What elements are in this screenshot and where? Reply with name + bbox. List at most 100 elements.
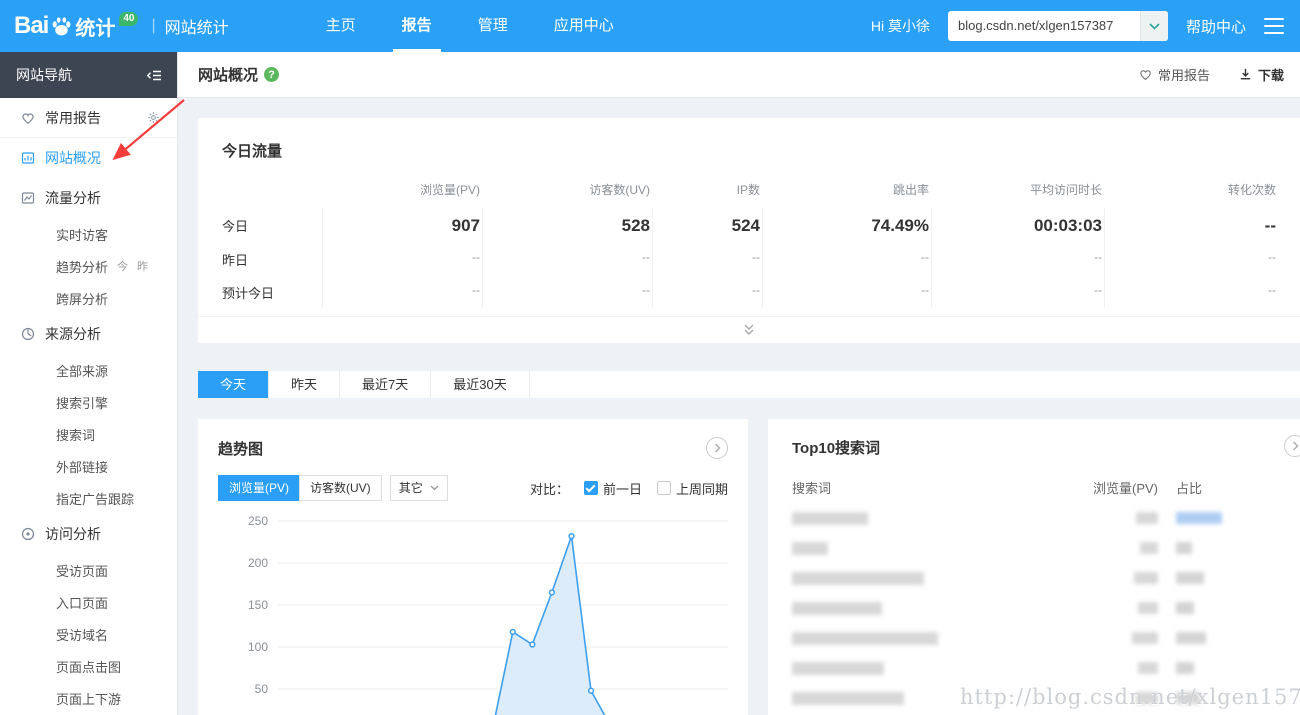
page-header: 网站概况 ? 常用报告 下载 [178,52,1300,98]
sidebar-item-14[interactable]: 入口页面 [0,586,177,618]
top10-col-ratio: 占比 [1176,481,1203,496]
sidebar-item-label: 访问分析 [45,526,101,542]
range-tab-3[interactable]: 最近30天 [431,371,530,398]
sidebar-item-11[interactable]: 指定广告跟踪 [0,482,177,514]
svg-text:200: 200 [248,556,268,570]
metric-button-1[interactable]: 访客数(UV) [299,475,382,501]
quick-link-1[interactable]: 昨 [137,258,148,274]
heart-icon [1140,70,1151,81]
chevron-right-icon [714,443,720,453]
ratio-bar [1176,572,1204,584]
top10-row-0[interactable] [792,503,1276,533]
today-col-header: IP数 [736,183,760,197]
sidebar-item-15[interactable]: 受访域名 [0,618,177,650]
range-tab-0[interactable]: 今天 [198,371,270,398]
sidebar-item-16[interactable]: 页面点击图 [0,650,177,682]
sidebar-item-9[interactable]: 搜索词 [0,418,177,450]
checkbox-unchecked-icon[interactable] [656,481,671,495]
topnav-item-0[interactable]: 主页 [303,0,379,52]
today-row-label: 预计今日 [222,286,275,301]
sidebar-item-label: 入口页面 [56,595,109,611]
sidebar-item-2[interactable]: 流量分析 [0,178,177,218]
sidebar-item-4[interactable]: 趋势分析今昨 [0,250,177,282]
help-question-badge[interactable]: ? [264,67,280,82]
redacted-keyword [792,571,924,585]
ratio-bar [1176,662,1194,674]
trend-chart-area: 250 200 150 100 50 [218,511,728,715]
favorite-report-button[interactable]: 常用报告 [1138,65,1210,84]
trend-card: 趋势图 浏览量(PV) 访客数(UV) 其它 对比： 前一日 上周同期 250 … [198,419,748,715]
sidebar-nav: 常用报告网站概况 流量分析 实时访客 趋势分析今昨跨屏分析 来源分析全部来源搜索引擎 搜索… [0,98,177,714]
svg-text:100: 100 [248,640,268,654]
compare-option-1[interactable]: 上周同期 [656,479,728,498]
redacted-keyword [792,511,868,525]
sidebar-item-12[interactable]: 访问分析 [0,514,177,554]
help-center-link[interactable]: 帮助中心 [1186,16,1246,37]
sidebar-item-label: 全部来源 [56,363,109,379]
range-tab-2[interactable]: 最近7天 [340,371,432,398]
today-value: -- [652,242,762,275]
sidebar-item-17[interactable]: 页面上下游 [0,682,177,714]
top10-column-headers: 搜索词 浏览量(PV) 占比 [792,478,1276,497]
sidebar-item-0[interactable]: 常用报告 [0,98,177,138]
sidebar-item-label: 受访域名 [56,627,109,643]
sidebar-item-8[interactable]: 搜索引擎 [0,386,177,418]
quick-link-0[interactable]: 今 [117,258,128,274]
collapse-sidebar-icon[interactable] [146,67,163,84]
site-selector[interactable]: blog.csdn.net/xlgen157387 [947,11,1168,41]
menu-icon[interactable] [1264,18,1284,34]
top10-row-1[interactable] [792,533,1276,563]
expand-trend-button[interactable] [706,437,728,459]
chevron-down-icon[interactable] [1139,11,1168,41]
expand-toggle[interactable] [198,316,1300,343]
download-button[interactable]: 下载 [1238,65,1284,84]
page-title-text: 网站概况 [198,67,259,84]
top10-col-keyword: 搜索词 [792,481,832,496]
trend-area-chart[interactable]: 250 200 150 100 50 [218,511,728,715]
sidebar-item-6[interactable]: 来源分析 [0,314,177,354]
topnav-item-1[interactable]: 报告 [379,0,455,52]
compare-options: 前一日 上周同期 [583,479,728,498]
top10-row-2[interactable] [792,563,1276,593]
range-tab-1[interactable]: 昨天 [269,371,341,398]
top10-row-3[interactable] [792,593,1276,623]
logo-text-bai: Bai [14,12,49,39]
gear-icon[interactable] [146,110,161,125]
sidebar-item-10[interactable]: 外部链接 [0,450,177,482]
compare-option-0[interactable]: 前一日 [583,479,642,498]
sidebar-item-3[interactable]: 实时访客 [0,218,177,250]
other-metric-select[interactable]: 其它 [389,475,448,501]
svg-text:250: 250 [248,514,268,528]
csdn-watermark: http://blog.csdn.net/xlgen157387 [960,685,1300,709]
topnav-item-2[interactable]: 管理 [455,0,531,52]
redacted-keyword [792,661,884,675]
metric-button-0[interactable]: 浏览量(PV) [218,475,301,501]
redacted-pv-value [1132,632,1158,644]
checkbox-checked-icon[interactable] [583,481,598,495]
today-value: -- [762,275,931,308]
sidebar-item-label: 受访页面 [56,563,109,579]
sidebar-item-5[interactable]: 跨屏分析 [0,282,177,314]
sidebar-item-7[interactable]: 全部来源 [0,354,177,386]
sidebar-item-label: 常用报告 [45,109,101,126]
logo-text-tongji: 统计 [75,17,116,40]
top10-title: Top10搜索词 [792,440,881,457]
today-value: 907 [322,208,482,242]
baidu-tongji-logo[interactable]: Bai 统计 40 | 网站统计 [0,12,237,41]
user-greeting: Hi 莫小徐 [870,18,930,34]
compare-option-label: 前一日 [602,481,642,497]
top10-row-5[interactable] [792,653,1276,683]
today-value: 74.49% [762,208,931,242]
visit-icon [20,526,36,542]
sidebar-item-13[interactable]: 受访页面 [0,554,177,586]
sidebar-item-1[interactable]: 网站概况 [0,138,177,178]
svg-text:50: 50 [255,682,269,696]
heart-icon [20,110,36,126]
sidebar: 网站导航 常用报告 网站概况 流量分析 实时访客 趋势分析今昨跨屏分析 来源分析 全部来源搜… [0,52,178,715]
today-traffic-card: 今日流量 浏览量(PV) 访客数(UV) IP数 跳出率 平均访问时长 转化次数 今日 907… [198,118,1300,343]
redacted-keyword [792,541,828,555]
topnav-item-3[interactable]: 应用中心 [531,0,637,52]
expand-top10-button[interactable] [1284,435,1300,457]
logo-divider: | [151,17,156,34]
top10-row-4[interactable] [792,623,1276,653]
